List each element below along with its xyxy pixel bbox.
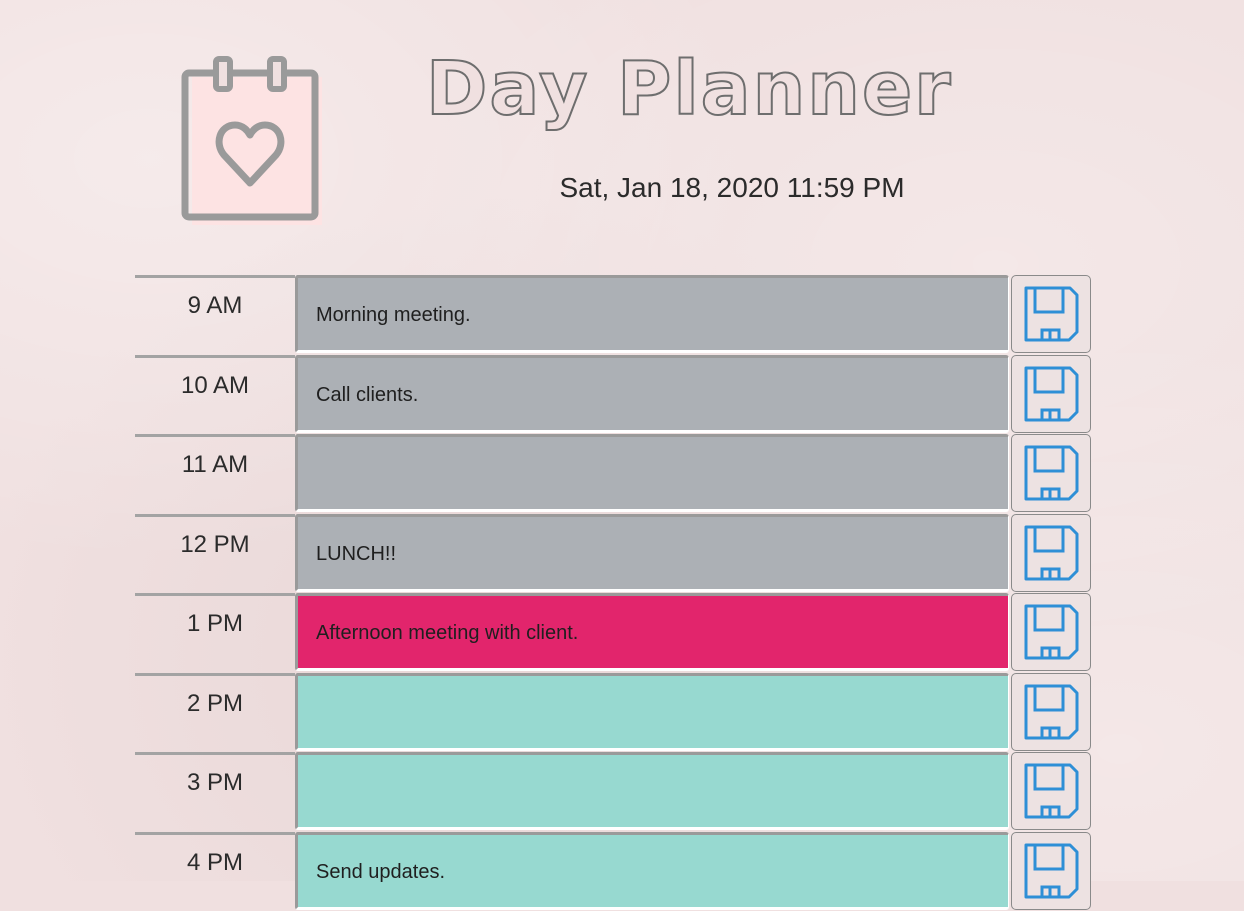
event-description-input[interactable]: Send updates.	[295, 832, 1009, 910]
hour-label: 1 PM	[135, 593, 295, 673]
time-block-row: 1 PMAfternoon meeting with client.	[135, 593, 1093, 673]
event-description-input[interactable]: Call clients.	[295, 355, 1009, 433]
floppy-disk-icon	[1022, 524, 1080, 582]
floppy-disk-icon	[1022, 683, 1080, 741]
floppy-disk-icon	[1022, 762, 1080, 820]
time-block-row: 3 PM	[135, 752, 1093, 832]
event-description-input[interactable]	[295, 752, 1009, 830]
page-title: Day Planner	[426, 44, 1046, 134]
floppy-disk-icon	[1022, 365, 1080, 423]
floppy-disk-icon	[1022, 603, 1080, 661]
save-button[interactable]	[1011, 752, 1091, 830]
time-block-row: 9 AMMorning meeting.	[135, 275, 1093, 355]
save-button[interactable]	[1011, 832, 1091, 910]
calendar-heart-icon	[180, 55, 322, 225]
time-block-row: 11 AM	[135, 434, 1093, 514]
save-button[interactable]	[1011, 275, 1091, 353]
event-description-input[interactable]: Afternoon meeting with client.	[295, 593, 1009, 671]
save-button[interactable]	[1011, 434, 1091, 512]
hour-label: 10 AM	[135, 355, 295, 435]
event-description-input[interactable]: LUNCH!!	[295, 514, 1009, 592]
save-button[interactable]	[1011, 355, 1091, 433]
hour-label: 3 PM	[135, 752, 295, 832]
time-block-row: 10 AMCall clients.	[135, 355, 1093, 435]
event-description-input[interactable]	[295, 434, 1009, 512]
time-block-row: 12 PMLUNCH!!	[135, 514, 1093, 594]
event-description-input[interactable]	[295, 673, 1009, 751]
save-button[interactable]	[1011, 593, 1091, 671]
hour-label: 9 AM	[135, 275, 295, 355]
hour-label: 11 AM	[135, 434, 295, 514]
floppy-disk-icon	[1022, 285, 1080, 343]
time-block-row: 4 PMSend updates.	[135, 832, 1093, 911]
time-block-list: 9 AMMorning meeting.10 AMCall clients.11…	[135, 275, 1093, 911]
save-button[interactable]	[1011, 673, 1091, 751]
hour-label: 12 PM	[135, 514, 295, 594]
floppy-disk-icon	[1022, 444, 1080, 502]
time-block-row: 2 PM	[135, 673, 1093, 753]
floppy-disk-icon	[1022, 842, 1080, 900]
event-description-input[interactable]: Morning meeting.	[295, 275, 1009, 353]
hour-label: 4 PM	[135, 832, 295, 911]
save-button[interactable]	[1011, 514, 1091, 592]
current-datetime: Sat, Jan 18, 2020 11:59 PM	[432, 168, 1032, 208]
hour-label: 2 PM	[135, 673, 295, 753]
